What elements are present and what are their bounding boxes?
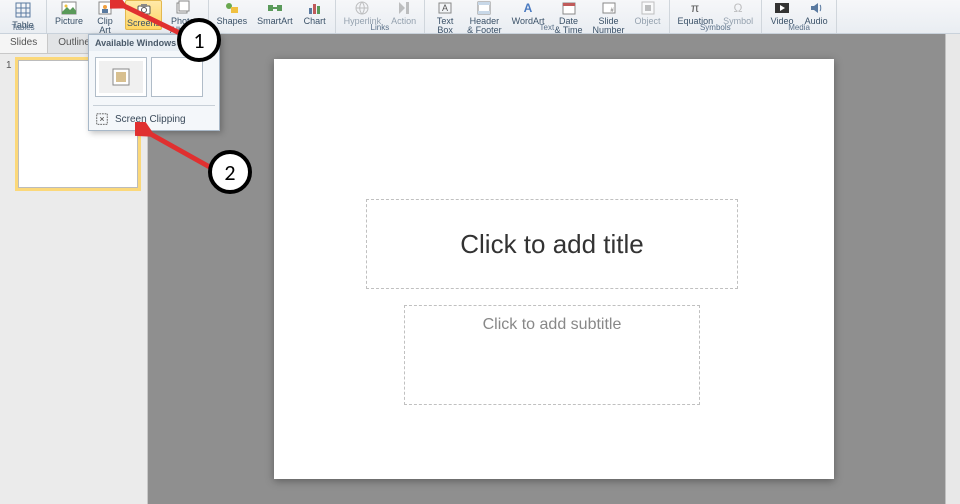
screenshot-dropdown: Available Windows Screen Clipping	[88, 34, 220, 131]
screen-clipping-button[interactable]: Screen Clipping	[89, 108, 219, 130]
slide-number: 1	[6, 60, 14, 188]
smartart-label: SmartArt	[257, 17, 293, 26]
photoalbum-label: Photo Album	[170, 17, 196, 35]
window-thumb-1[interactable]	[95, 57, 147, 97]
photoalbum-button[interactable]: Photo Album	[168, 0, 198, 35]
group-label-media: Media	[762, 23, 836, 32]
title-placeholder[interactable]: Click to add title	[366, 199, 738, 289]
screen-clipping-label: Screen Clipping	[115, 114, 186, 125]
table-icon	[13, 0, 33, 20]
shapes-label: Shapes	[217, 17, 248, 26]
subtitle-placeholder[interactable]: Click to add subtitle	[404, 305, 700, 405]
chart-icon	[307, 0, 323, 16]
ribbon-group-images: Picture Clip Art Screens Photo Album	[47, 0, 209, 33]
symbol-icon: Ω	[730, 0, 746, 16]
slide[interactable]: Click to add title Click to add subtitle	[274, 59, 834, 479]
datetime-icon	[561, 0, 577, 16]
svg-text:A: A	[442, 3, 448, 13]
smartart-icon	[267, 0, 283, 16]
ribbon-group-media: Video Audio Media	[762, 0, 837, 33]
textbox-icon: A	[437, 0, 453, 16]
available-windows	[89, 51, 219, 103]
shapes-icon	[224, 0, 240, 16]
ribbon-group-text: A Text Box Header & Footer A WordArt Dat…	[425, 0, 669, 33]
object-icon	[640, 0, 656, 16]
hyperlink-icon	[354, 0, 370, 16]
ribbon-group-illustrations: Shapes SmartArt Chart	[209, 0, 336, 33]
shapes-button[interactable]: Shapes	[215, 0, 250, 26]
svg-text:A: A	[524, 1, 533, 15]
chart-button[interactable]: Chart	[301, 0, 329, 26]
group-label-links: Links	[336, 23, 425, 32]
action-icon	[396, 0, 412, 16]
svg-text:π: π	[691, 1, 699, 15]
clipart-label: Clip Art	[97, 17, 113, 35]
ribbon-group-links: Hyperlink Action Links	[336, 0, 426, 33]
slidenumber-icon: #	[601, 0, 617, 16]
chart-label: Chart	[304, 17, 326, 26]
audio-icon	[808, 0, 824, 16]
picture-label: Picture	[55, 17, 83, 26]
ribbon-group-tables: Table Tables	[0, 0, 47, 33]
screenshot-label: Screens	[127, 19, 160, 28]
photoalbum-icon	[175, 0, 191, 16]
svg-text:Ω: Ω	[734, 1, 743, 15]
equation-icon: π	[687, 0, 703, 16]
group-label-symbols: Symbols	[670, 23, 762, 32]
headerfooter-icon	[476, 0, 492, 16]
clipart-icon	[97, 0, 113, 16]
dropdown-header: Available Windows	[89, 35, 219, 51]
ribbon: Table Tables Picture Clip Art Screens Ph…	[0, 0, 960, 34]
picture-button[interactable]: Picture	[53, 0, 85, 26]
dropdown-separator	[93, 105, 215, 106]
wordart-icon: A	[520, 0, 536, 16]
group-label-tables: Tables	[0, 23, 46, 32]
picture-icon	[61, 0, 77, 16]
tab-slides[interactable]: Slides	[0, 34, 48, 53]
slide-canvas: Click to add title Click to add subtitle	[148, 34, 960, 504]
group-label-text: Text	[425, 23, 668, 32]
clipart-button[interactable]: Clip Art	[91, 0, 119, 35]
screenshot-button[interactable]: Screens	[125, 0, 162, 30]
clipping-icon	[95, 112, 109, 126]
video-icon	[774, 0, 790, 16]
window-thumb-2[interactable]	[151, 57, 203, 97]
smartart-button[interactable]: SmartArt	[255, 0, 295, 26]
screenshot-icon	[136, 2, 152, 18]
ribbon-group-symbols: π Equation Ω Symbol Symbols	[670, 0, 763, 33]
